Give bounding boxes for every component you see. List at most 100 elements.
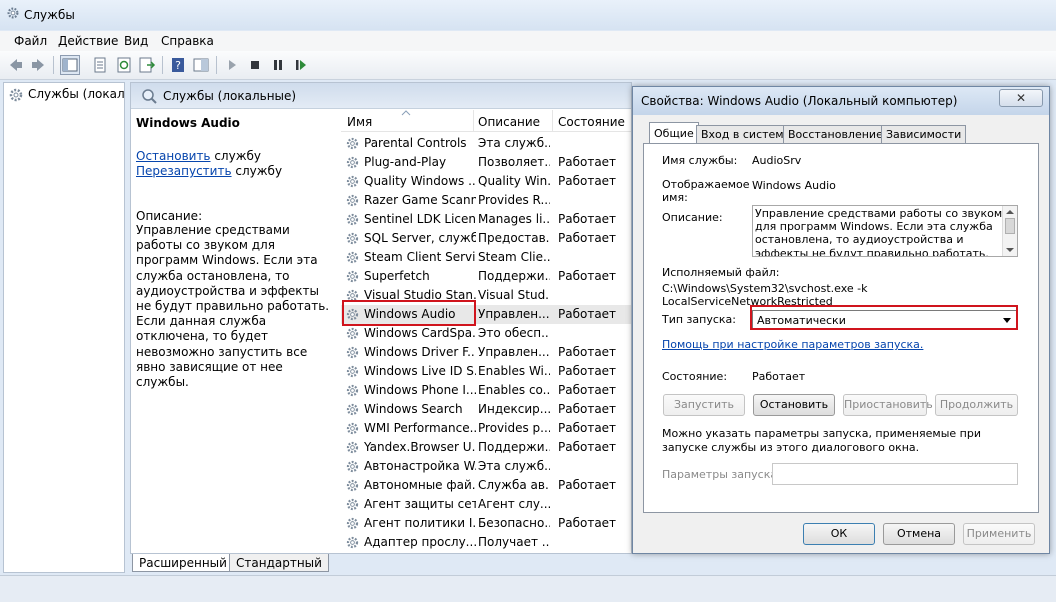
- restart-icon[interactable]: [291, 55, 311, 75]
- state-label: Состояние:: [662, 370, 728, 383]
- help-icon[interactable]: ?: [168, 55, 188, 75]
- tab-extended[interactable]: Расширенный: [132, 554, 234, 572]
- service-description-cell: Эта служб...: [478, 136, 550, 150]
- params-hint: Можно указать параметры запуска, применя…: [662, 427, 981, 454]
- menu-file[interactable]: Файл: [14, 34, 47, 48]
- service-state-cell: Работает: [558, 364, 617, 378]
- description-textbox[interactable]: Управление средствами работы со звуком д…: [752, 205, 1018, 257]
- menu-view[interactable]: Вид: [124, 34, 148, 48]
- service-description-cell: Эта служб...: [478, 459, 550, 473]
- properties-sheet-icon[interactable]: [90, 55, 110, 75]
- column-header-name[interactable]: Имя: [347, 115, 372, 129]
- table-row[interactable]: Sentinel LDK Licen... Manages li... Работа…: [341, 210, 631, 229]
- pause-button[interactable]: Приостановить: [843, 394, 933, 416]
- menu-help[interactable]: Справка: [161, 34, 214, 48]
- stop-service-link[interactable]: Остановить: [136, 149, 211, 163]
- table-row[interactable]: Автонастройка W... Эта служб...: [341, 457, 631, 476]
- table-row[interactable]: Windows Driver F... Управлен... Работает: [341, 343, 631, 362]
- close-button[interactable]: ✕: [999, 89, 1043, 107]
- gear-icon: [345, 478, 360, 493]
- forward-arrow-icon[interactable]: [28, 55, 48, 75]
- close-icon: ✕: [1015, 91, 1027, 105]
- table-row[interactable]: Windows Live ID S... Enables Wi... Работае…: [341, 362, 631, 381]
- scroll-thumb[interactable]: [1005, 218, 1015, 234]
- table-row[interactable]: Quality Windows ...Quality Win... Работае…: [341, 172, 631, 191]
- title-bar: Службы: [0, 0, 1056, 30]
- scroll-up-icon[interactable]: [1006, 209, 1014, 215]
- column-header-description[interactable]: Описание: [478, 115, 540, 129]
- gear-icon: [345, 516, 360, 531]
- tree-item-services[interactable]: Службы (локалы: [28, 87, 124, 101]
- ok-button[interactable]: ОК: [803, 523, 875, 545]
- service-description-cell: Поддержи...: [478, 269, 550, 283]
- table-row[interactable]: Steam Client Servi... Steam Clie...: [341, 248, 631, 267]
- show-hide-pane-icon[interactable]: [191, 55, 211, 75]
- pause-icon[interactable]: [268, 55, 288, 75]
- params-input[interactable]: [772, 463, 1018, 485]
- scroll-down-icon[interactable]: [1006, 247, 1014, 253]
- service-description-cell: Steam Clie...: [478, 250, 550, 264]
- dialog-title-bar: Свойства: Windows Audio (Локальный компь…: [633, 87, 1049, 115]
- restart-service-suffix: службу: [231, 164, 283, 178]
- play-icon[interactable]: [222, 55, 242, 75]
- start-button[interactable]: Запустить: [663, 394, 745, 416]
- menu-bar: Файл Действие Вид Справка: [0, 31, 1056, 51]
- column-separator[interactable]: [552, 110, 553, 132]
- display-name-label: Отображаемое: [662, 178, 750, 191]
- table-row[interactable]: WMI Performance... Provides p... Работает: [341, 419, 631, 438]
- table-row[interactable]: Агент защиты сет...Агент слу...: [341, 495, 631, 514]
- restart-service-link[interactable]: Перезапустить: [136, 164, 232, 178]
- service-description-cell: Управлен...: [478, 345, 550, 359]
- service-description-cell: Управлен...: [478, 307, 550, 321]
- tab-standard[interactable]: Стандартный: [229, 554, 329, 572]
- service-state-cell: Работает: [558, 383, 617, 397]
- gear-icon: [345, 250, 360, 265]
- refresh-icon[interactable]: [114, 55, 134, 75]
- table-row[interactable]: Parental Controls Эта служб...: [341, 134, 631, 153]
- console-tree-icon[interactable]: [60, 55, 80, 75]
- table-row[interactable]: Windows Phone I... Enables co... Работает: [341, 381, 631, 400]
- view-tabs: Расширенный Стандартный: [130, 554, 632, 573]
- highlight-box-startup: [750, 305, 1018, 330]
- table-row[interactable]: Windows Search Индексир... Работает: [341, 400, 631, 419]
- back-arrow-icon[interactable]: [6, 55, 26, 75]
- gear-icon: [345, 212, 360, 227]
- table-row[interactable]: Superfetch Поддержи... Работает: [341, 267, 631, 286]
- tab-recovery[interactable]: Восстановление: [783, 125, 888, 143]
- cancel-button[interactable]: Отмена: [883, 523, 955, 545]
- service-description-cell: Provides R...: [478, 193, 550, 207]
- table-row[interactable]: Автономные фай... Служба ав... Работает: [341, 476, 631, 495]
- display-name-value: Windows Audio: [752, 179, 836, 192]
- menu-action[interactable]: Действие: [58, 34, 118, 48]
- table-row[interactable]: Агент политики I... Безопасно... Работает: [341, 514, 631, 533]
- table-row[interactable]: Адаптер прослу... Получает ...: [341, 533, 631, 552]
- service-description-cell: Позволяет...: [478, 155, 550, 169]
- table-row[interactable]: SQL Server, служб...Предостав... Работает: [341, 229, 631, 248]
- toolbar-separator: [53, 56, 54, 74]
- table-row[interactable]: Yandex.Browser U... Поддержи... Работает: [341, 438, 631, 457]
- service-name-cell: Plug-and-Play: [364, 155, 447, 169]
- service-name-cell: Windows Driver F...: [364, 345, 476, 359]
- table-row[interactable]: Plug-and-Play Позволяет... Работает: [341, 153, 631, 172]
- params-label: Параметры запуска:: [662, 468, 781, 481]
- tab-general[interactable]: Общие: [649, 122, 699, 144]
- table-row[interactable]: Razer Game Scann...Provides R...: [341, 191, 631, 210]
- service-state-cell: Работает: [558, 440, 617, 454]
- description-scrollbar[interactable]: [1002, 206, 1017, 256]
- stop-icon[interactable]: [245, 55, 265, 75]
- tab-logon[interactable]: Вход в систему: [696, 125, 796, 143]
- resume-button[interactable]: Продолжить: [935, 394, 1018, 416]
- service-state-cell: Работает: [558, 231, 617, 245]
- column-separator[interactable]: [473, 110, 474, 132]
- column-header-state[interactable]: Состояние: [558, 115, 625, 129]
- stop-button[interactable]: Остановить: [753, 394, 835, 416]
- table-row[interactable]: Windows CardSpa... Это обесп...: [341, 324, 631, 343]
- export-list-icon[interactable]: [137, 55, 157, 75]
- service-state-cell: Работает: [558, 402, 617, 416]
- startup-help-link[interactable]: Помощь при настройке параметров запуска.: [662, 338, 923, 351]
- apply-button[interactable]: Применить: [963, 523, 1035, 545]
- description-label: Описание:: [136, 209, 203, 223]
- magnifier-icon: [142, 89, 157, 104]
- service-description-cell: Безопасно...: [478, 516, 550, 530]
- tab-dependencies[interactable]: Зависимости: [881, 125, 967, 143]
